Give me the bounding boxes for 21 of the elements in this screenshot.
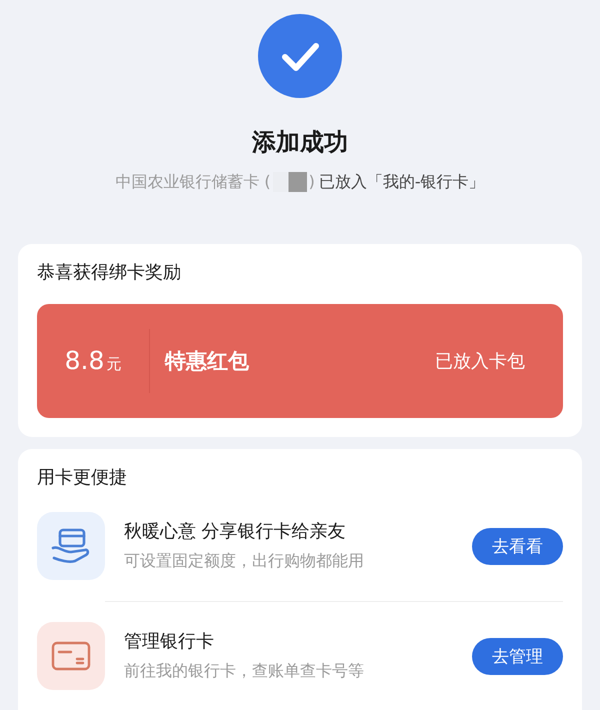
redacted-number: [272, 172, 307, 192]
reward-heading: 恭喜获得绑卡奖励: [37, 261, 182, 285]
action-button[interactable]: 去管理: [472, 638, 563, 674]
coupon-amount: 8.8: [64, 345, 104, 377]
shortcut-title: 秋暖心意 分享银行卡给亲友: [124, 520, 347, 544]
success-title: 添加成功: [252, 127, 348, 158]
shortcut-title: 管理银行卡: [124, 630, 215, 654]
shortcut-subtitle: 可设置固定额度，出行购物都能用: [124, 550, 365, 572]
card-on-hand-icon: [51, 528, 91, 564]
coupon-name: 特惠红包: [165, 348, 250, 375]
card-name: 中国农业银行储蓄卡 (: [115, 171, 271, 193]
shortcut-subtitle: 前往我的银行卡，查账单查卡号等: [124, 660, 365, 682]
card-icon: [51, 641, 91, 671]
coupon-state: 已放入卡包: [435, 350, 525, 373]
coupon-ticket[interactable]: 8.8 元 特惠红包 已放入卡包: [37, 304, 563, 418]
card-name-close: ): [308, 171, 315, 193]
placed-text: 已放入「我的-银行卡」: [318, 171, 485, 193]
action-button[interactable]: 去看看: [472, 528, 563, 564]
success-check-icon: [258, 14, 342, 98]
coupon-unit: 元: [106, 354, 122, 375]
shortcuts-heading: 用卡更便捷: [37, 466, 128, 490]
